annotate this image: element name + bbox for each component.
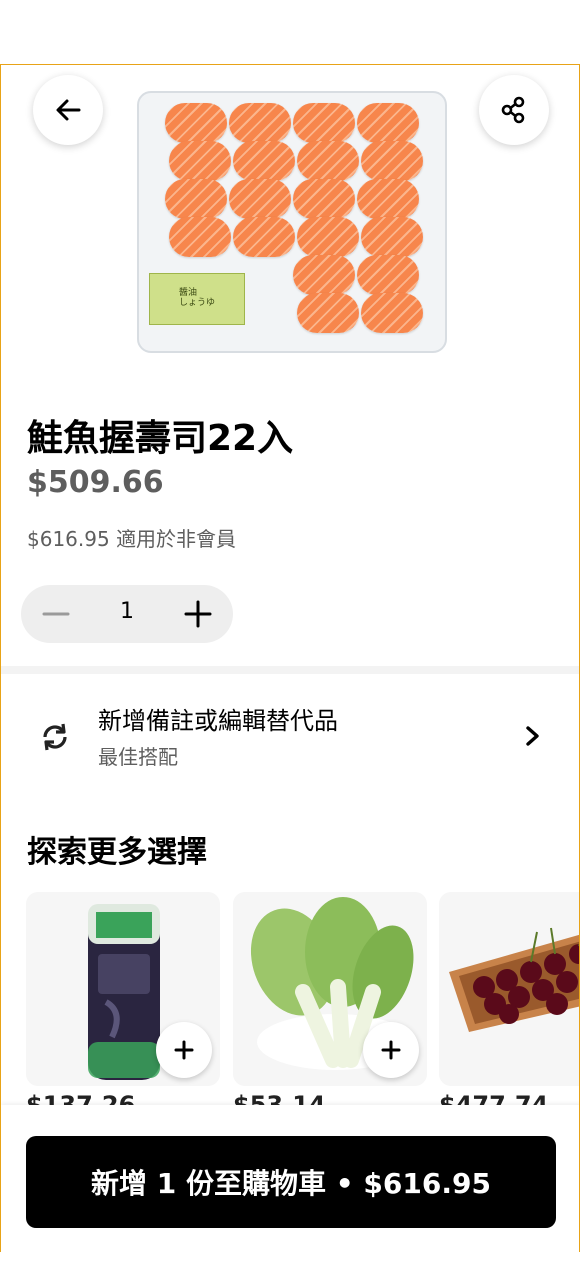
product-title: 鮭魚握壽司22入 — [27, 418, 294, 459]
refresh-icon — [43, 723, 67, 751]
cherries-tray-image — [449, 927, 579, 1032]
decrease-quantity-button[interactable] — [39, 599, 73, 629]
minus-icon — [42, 612, 70, 616]
more-options-title: 探索更多選擇 — [27, 835, 207, 870]
add-to-cart-button[interactable] — [156, 1022, 212, 1078]
sushi-tray-image: 醬油 しょうゆ — [137, 91, 447, 353]
nigiri-piece — [169, 141, 231, 181]
nigiri-piece — [293, 179, 355, 219]
nonmember-price-note: $616.95 適用於非會員 — [27, 527, 237, 551]
plus-icon — [381, 1040, 401, 1060]
share-icon — [501, 96, 525, 124]
nigiri-piece — [297, 217, 359, 257]
nigiri-piece — [361, 293, 423, 333]
nigiri-piece — [357, 255, 419, 295]
add-note-substitution-row[interactable]: 新增備註或編輯替代品 最佳搭配 — [1, 675, 579, 785]
add-to-cart-button-main[interactable]: 新增 1 份至購物車 • $616.95 — [26, 1136, 556, 1228]
nigiri-piece — [293, 255, 355, 295]
bottom-action-bar: 新增 1 份至購物車 • $616.95 — [1, 1105, 579, 1252]
nigiri-piece — [165, 103, 227, 143]
product-sheet: 醬油 しょうゆ 鮭魚握壽司22入 $509.66 $616.95 適用於非會員 1 — [0, 64, 580, 1252]
section-divider — [1, 666, 579, 674]
soy-sauce-packets: 醬油 しょうゆ — [149, 273, 245, 325]
plus-icon — [174, 1040, 194, 1060]
product-card-eggplant[interactable] — [26, 892, 220, 1086]
note-row-subtitle: 最佳搭配 — [98, 745, 178, 769]
plus-icon — [184, 600, 212, 628]
quantity-stepper: 1 — [21, 585, 233, 643]
arrow-left-icon — [56, 99, 81, 121]
nigiri-piece — [165, 179, 227, 219]
nigiri-piece — [233, 217, 295, 257]
note-row-title: 新增備註或編輯替代品 — [98, 707, 338, 735]
increase-quantity-button[interactable] — [181, 597, 215, 631]
back-button[interactable] — [33, 75, 103, 145]
nigiri-piece — [297, 293, 359, 333]
product-card-cherries[interactable] — [439, 892, 579, 1086]
nigiri-piece — [229, 103, 291, 143]
product-card-bok-choy[interactable] — [233, 892, 427, 1086]
nigiri-piece — [357, 103, 419, 143]
sauce-label: 醬油 — [178, 288, 197, 299]
quantity-value: 1 — [120, 599, 134, 624]
member-price: $509.66 — [27, 465, 164, 500]
chevron-right-icon — [526, 726, 539, 746]
nigiri-piece — [357, 179, 419, 219]
nigiri-piece — [233, 141, 295, 181]
sauce-label-jp: しょうゆ — [178, 298, 215, 308]
nigiri-piece — [293, 103, 355, 143]
add-to-cart-button[interactable] — [363, 1022, 419, 1078]
nigiri-piece — [229, 179, 291, 219]
nigiri-piece — [361, 217, 423, 257]
nigiri-piece — [169, 217, 231, 257]
nigiri-piece — [297, 141, 359, 181]
share-button[interactable] — [479, 75, 549, 145]
nigiri-piece — [361, 141, 423, 181]
